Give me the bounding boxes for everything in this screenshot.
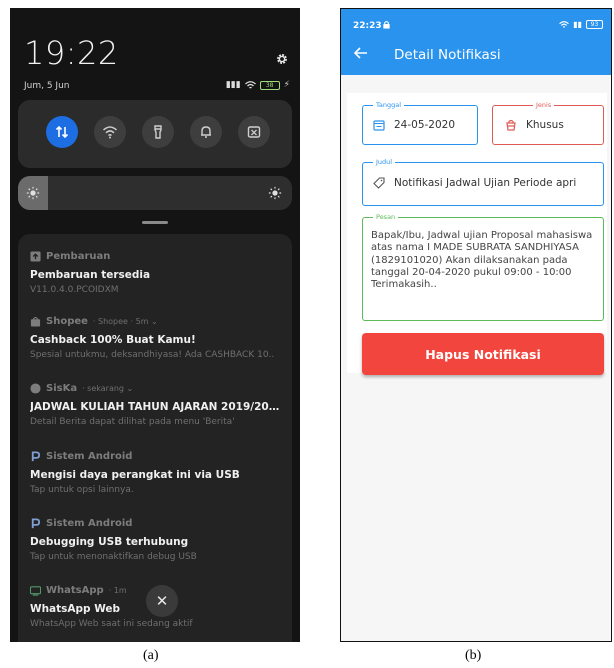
notification-app-row: Pembaruan bbox=[30, 250, 286, 263]
signal-icon: ▮▮▮ bbox=[225, 80, 241, 90]
pesan-value: Bapak/Ibu, Jadwal ujian Proposal mahasis… bbox=[371, 230, 593, 291]
notification-app-name: Shopee bbox=[46, 316, 88, 327]
caption-a: (a) bbox=[143, 648, 159, 663]
brightness-low-icon bbox=[26, 186, 40, 200]
notification-title: Cashback 100% Buat Kamu! bbox=[30, 334, 196, 346]
jenis-field[interactable]: Jenis Khusus bbox=[492, 100, 604, 145]
pesan-field[interactable]: Pesan Bapak/Ibu, Jadwal ujian Proposal m… bbox=[362, 212, 604, 321]
qs-screenshot-toggle[interactable] bbox=[238, 116, 270, 148]
whatsapp-web-icon bbox=[30, 585, 41, 596]
notification-body: Detail Berita dapat dilihat pada menu 'B… bbox=[30, 417, 235, 427]
update-icon bbox=[30, 251, 41, 262]
status-icons: ▮▮ 93 bbox=[559, 20, 603, 29]
notification-app-name: Sistem Android bbox=[46, 451, 133, 462]
qs-wifi-toggle[interactable] bbox=[94, 116, 126, 148]
notification-title: Debugging USB terhubung bbox=[30, 536, 189, 548]
notification-app-row: Sistem Android bbox=[30, 517, 286, 530]
bell-icon bbox=[201, 126, 211, 138]
notification-app-row: SisKa · sekarang ⌄ bbox=[30, 382, 286, 395]
jenis-row: Khusus bbox=[505, 119, 564, 131]
siska-app-icon bbox=[30, 383, 41, 394]
notification-body: Spesial untukmu, deksandhiyasa! Ada CASH… bbox=[30, 350, 275, 360]
wifi-status-icon bbox=[559, 20, 570, 28]
pesan-label: Pesan bbox=[373, 212, 399, 223]
detail-card: Tanggal 24-05-2020 Jenis Khusus Judul No… bbox=[347, 93, 607, 375]
status-icons: ▮▮▮ 38 ⚡ bbox=[226, 80, 290, 90]
battery-icon: 93 bbox=[586, 20, 603, 29]
category-icon bbox=[506, 119, 516, 131]
notification-app-name: Sistem Android bbox=[46, 518, 133, 529]
notification-shade-screen: 19:22 Jum, 5 Jun ▮▮▮ 38 ⚡ Pembaruan Pemb… bbox=[10, 8, 300, 642]
judul-row: Notifikasi Jadwal Ujian Periode apri bbox=[373, 177, 576, 189]
data-arrows-icon bbox=[55, 125, 69, 139]
notification-meta: · 1m bbox=[108, 586, 127, 595]
notification-item[interactable]: Shopee · Shopee · 5m ⌄ Cashback 100% Bua… bbox=[30, 315, 286, 360]
qs-sound-toggle[interactable] bbox=[190, 116, 222, 148]
wifi-icon bbox=[102, 126, 118, 139]
qs-flashlight-toggle[interactable] bbox=[142, 116, 174, 148]
brightness-high-icon bbox=[268, 186, 282, 200]
tanggal-value: 24-05-2020 bbox=[394, 119, 456, 131]
jenis-label: Jenis bbox=[533, 100, 555, 111]
brightness-slider[interactable] bbox=[18, 176, 292, 210]
notification-body: Tap untuk menonaktifkan debug USB bbox=[30, 552, 197, 562]
tanggal-label: Tanggal bbox=[373, 100, 405, 111]
hapus-notifikasi-button[interactable]: Hapus Notifikasi bbox=[362, 333, 604, 375]
battery-icon: 38 bbox=[259, 80, 280, 90]
notification-body: Tap untuk opsi lainnya. bbox=[30, 485, 134, 495]
detail-notification-screen: 22:23 ▮▮ 93 Detail Notifikasi Tanggal 24… bbox=[340, 8, 612, 642]
caption-b: (b) bbox=[465, 648, 482, 663]
notification-body: V11.0.4.0.PCOIDXM bbox=[30, 285, 119, 295]
status-time: 22:23 bbox=[353, 21, 382, 31]
notification-item[interactable]: Sistem Android Debugging USB terhubung T… bbox=[30, 517, 286, 562]
close-icon: ✕ bbox=[155, 592, 169, 610]
signal-icon: ▮▮ bbox=[573, 20, 582, 29]
qs-mobile-data-toggle[interactable] bbox=[46, 116, 78, 148]
notification-title: Pembaruan tersedia bbox=[30, 269, 151, 281]
wifi-status-icon bbox=[244, 80, 256, 88]
notification-app-name: WhatsApp bbox=[46, 585, 104, 596]
judul-field[interactable]: Judul Notifikasi Jadwal Ujian Periode ap… bbox=[362, 157, 604, 206]
shopping-bag-icon bbox=[30, 316, 41, 327]
judul-value: Notifikasi Jadwal Ujian Periode apri bbox=[394, 177, 577, 189]
notification-item[interactable]: Pembaruan Pembaruan tersedia V11.0.4.0.P… bbox=[30, 250, 286, 295]
tanggal-field[interactable]: Tanggal 24-05-2020 bbox=[362, 100, 478, 145]
lock-icon bbox=[383, 21, 390, 29]
notification-title: JADWAL KULIAH TAHUN AJARAN 2019/2020 SE.… bbox=[30, 401, 286, 413]
notification-app-row: Shopee · Shopee · 5m ⌄ bbox=[30, 315, 286, 328]
notification-title: Mengisi daya perangkat ini via USB bbox=[30, 469, 240, 481]
judul-label: Judul bbox=[373, 157, 396, 168]
date-label: Jum, 5 Jun bbox=[24, 81, 70, 91]
notification-item[interactable]: SisKa · sekarang ⌄ JADWAL KULIAH TAHUN A… bbox=[30, 382, 286, 427]
notification-body: WhatsApp Web saat ini sedang aktif bbox=[30, 619, 193, 629]
clock: 19:22 bbox=[24, 34, 119, 72]
back-arrow-icon[interactable] bbox=[353, 45, 369, 61]
charging-icon: ⚡ bbox=[283, 80, 290, 90]
notification-app-name: Pembaruan bbox=[46, 251, 111, 262]
clear-notifications-button[interactable]: ✕ bbox=[146, 585, 178, 617]
notification-meta: · sekarang ⌄ bbox=[82, 384, 134, 393]
notification-item[interactable]: Sistem Android Mengisi daya perangkat in… bbox=[30, 450, 286, 495]
quick-settings-panel bbox=[18, 100, 292, 168]
calendar-icon bbox=[373, 120, 385, 131]
page-title: Detail Notifikasi bbox=[394, 47, 501, 63]
notification-app-name: SisKa bbox=[46, 383, 78, 394]
notification-meta: · Shopee · 5m ⌄ bbox=[92, 317, 158, 326]
notification-list: Pembaruan Pembaruan tersedia V11.0.4.0.P… bbox=[18, 234, 292, 642]
jenis-value: Khusus bbox=[526, 119, 564, 131]
notification-app-row: Sistem Android bbox=[30, 450, 286, 463]
android-system-icon bbox=[30, 451, 41, 462]
tag-icon bbox=[373, 177, 385, 189]
screenshot-icon bbox=[247, 126, 261, 138]
android-system-icon bbox=[30, 518, 41, 529]
tanggal-row: 24-05-2020 bbox=[373, 119, 455, 131]
app-bar: 22:23 ▮▮ 93 Detail Notifikasi bbox=[341, 9, 611, 75]
flashlight-icon bbox=[154, 125, 162, 139]
gear-icon[interactable] bbox=[275, 52, 289, 66]
drag-handle[interactable] bbox=[142, 221, 168, 224]
